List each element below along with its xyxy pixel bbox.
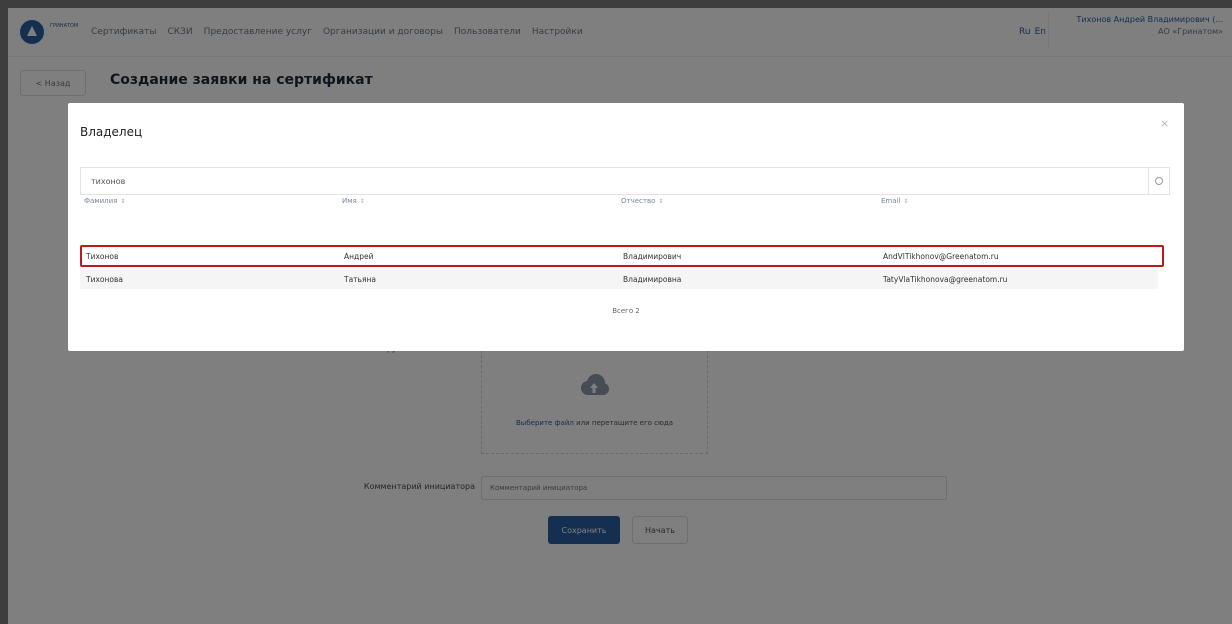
cell-middle-name: Владимирович bbox=[623, 252, 682, 261]
column-header-label: Email bbox=[881, 197, 901, 205]
owner-modal: Владелец × Фамилия⇕ Имя⇕ Отчество⇕ Email… bbox=[68, 103, 1184, 351]
table-row[interactable]: Тихонова Татьяна Владимировна TatyVlaTik… bbox=[80, 269, 1158, 289]
cell-first-name: Андрей bbox=[344, 252, 374, 261]
sort-icon: ⇕ bbox=[903, 198, 909, 205]
modal-title: Владелец bbox=[80, 125, 143, 139]
total-count: Всего 2 bbox=[612, 307, 640, 315]
search-icon bbox=[1155, 177, 1163, 185]
column-header-email[interactable]: Email ⇕ bbox=[881, 197, 908, 205]
column-header-label: Отчество bbox=[621, 197, 656, 205]
cell-last-name: Тихонов bbox=[86, 252, 119, 261]
sort-icon: ⇕ bbox=[120, 198, 126, 205]
column-header-label: Фамилия bbox=[84, 197, 118, 205]
sort-icon: ⇕ bbox=[658, 198, 664, 205]
cell-middle-name: Владимировна bbox=[623, 275, 682, 284]
column-header-label: Имя bbox=[342, 197, 357, 205]
table-row[interactable]: Тихонов Андрей Владимирович AndVlTikhono… bbox=[80, 245, 1164, 267]
column-header-middle-name[interactable]: Отчество ⇕ bbox=[621, 197, 663, 205]
cell-last-name: Тихонова bbox=[86, 275, 123, 284]
search-input[interactable] bbox=[80, 167, 1148, 195]
column-header-first-name[interactable]: Имя ⇕ bbox=[342, 197, 365, 205]
close-icon[interactable]: × bbox=[1160, 117, 1169, 130]
column-header-last-name[interactable]: Фамилия ⇕ bbox=[84, 197, 125, 205]
cell-first-name: Татьяна bbox=[344, 275, 376, 284]
cell-email: TatyVlaTikhonova@greenatom.ru bbox=[883, 275, 1008, 284]
search-button[interactable] bbox=[1148, 167, 1170, 195]
sort-icon: ⇕ bbox=[359, 198, 365, 205]
cell-email: AndVlTikhonov@Greenatom.ru bbox=[883, 252, 999, 261]
